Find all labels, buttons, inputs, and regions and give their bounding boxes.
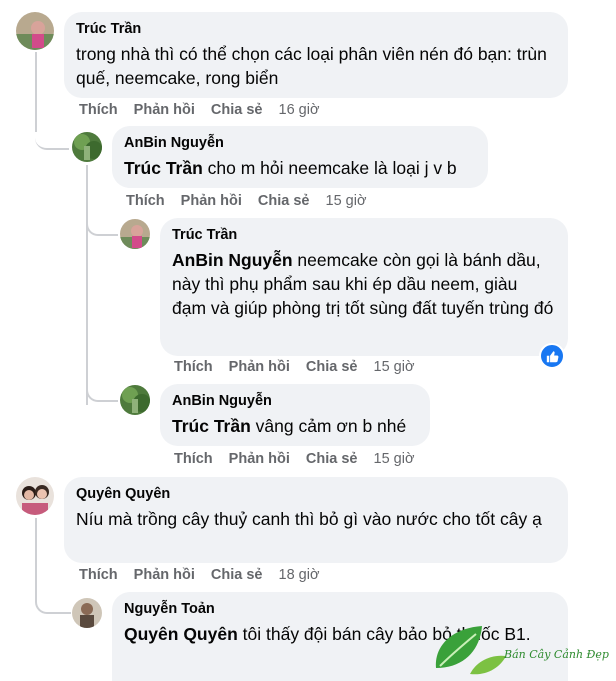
comment-author[interactable]: AnBin Nguyễn — [172, 392, 418, 411]
watermark-logo: Bán Cây Cảnh Đẹp — [430, 618, 616, 681]
avatar[interactable] — [16, 477, 54, 515]
share-button[interactable]: Chia sẻ — [211, 567, 263, 583]
comment-text: Níu mà trồng cây thuỷ canh thì bỏ gì vào… — [76, 507, 556, 531]
mention-link[interactable]: Trúc Trần — [172, 416, 251, 436]
timestamp[interactable]: 18 giờ — [279, 567, 320, 583]
avatar[interactable] — [72, 598, 102, 628]
timestamp[interactable]: 16 giờ — [279, 102, 320, 118]
comment-text: Trúc Trần cho m hỏi neemcake là loại j v… — [124, 156, 476, 180]
avatar[interactable] — [120, 385, 150, 415]
comment-body: vâng cảm ơn b nhé — [250, 416, 407, 436]
thread-curve — [86, 378, 118, 402]
thread-curve — [86, 212, 118, 236]
timestamp[interactable]: 15 giờ — [374, 451, 415, 467]
reply-button[interactable]: Phản hồi — [181, 193, 242, 209]
comment-actions: Thích Phản hồi Chia sẻ 15 giờ — [174, 450, 414, 468]
mention-link[interactable]: Trúc Trần — [124, 158, 203, 178]
comment-text: trong nhà thì có thể chọn các loại phân … — [76, 42, 556, 90]
like-icon — [546, 350, 558, 362]
leaf-logo — [435, 626, 506, 675]
timestamp[interactable]: 15 giờ — [326, 193, 367, 209]
comment-body: cho m hỏi neemcake là loại j v b — [202, 158, 457, 178]
comment-actions: Thích Phản hồi Chia sẻ 16 giờ — [79, 101, 319, 119]
like-button[interactable]: Thích — [174, 359, 213, 375]
reply-button[interactable]: Phản hồi — [134, 102, 195, 118]
share-button[interactable]: Chia sẻ — [306, 359, 358, 375]
share-button[interactable]: Chia sẻ — [306, 451, 358, 467]
comment-text: Trúc Trần vâng cảm ơn b nhé — [172, 414, 418, 438]
comment-actions: Thích Phản hồi Chia sẻ 15 giờ — [174, 358, 414, 376]
comment-author[interactable]: AnBin Nguyễn — [124, 134, 476, 153]
mention-link[interactable]: AnBin Nguyễn — [172, 250, 293, 270]
comment-bubble: AnBin Nguyễn Trúc Trần vâng cảm ơn b nhé — [160, 384, 430, 446]
thread-curve — [35, 586, 71, 614]
comment-author[interactable]: Trúc Trần — [172, 226, 556, 245]
thread-line — [86, 165, 88, 405]
like-button[interactable]: Thích — [79, 567, 118, 583]
comment-author[interactable]: Nguyễn Toản — [124, 600, 556, 619]
thread-curve — [35, 118, 69, 150]
comment-bubble: AnBin Nguyễn Trúc Trần cho m hỏi neemcak… — [112, 126, 488, 188]
comment-body: Níu mà trồng cây thuỷ canh thì bỏ gì vào… — [76, 509, 542, 529]
like-reaction[interactable] — [539, 343, 565, 369]
avatar[interactable] — [16, 12, 54, 50]
comment-actions: Thích Phản hồi Chia sẻ 15 giờ — [126, 192, 366, 210]
share-button[interactable]: Chia sẻ — [258, 193, 310, 209]
like-button[interactable]: Thích — [79, 102, 118, 118]
comment-actions: Thích Phản hồi Chia sẻ 18 giờ — [79, 566, 319, 584]
comment-bubble: Quyên Quyên Níu mà trồng cây thuỷ canh t… — [64, 477, 568, 563]
reply-button[interactable]: Phản hồi — [229, 359, 290, 375]
share-button[interactable]: Chia sẻ — [211, 102, 263, 118]
like-button[interactable]: Thích — [174, 451, 213, 467]
watermark-text: Bán Cây Cảnh Đẹp — [504, 648, 609, 661]
avatar[interactable] — [120, 219, 150, 249]
reply-button[interactable]: Phản hồi — [229, 451, 290, 467]
like-button[interactable]: Thích — [126, 193, 165, 209]
timestamp[interactable]: 15 giờ — [374, 359, 415, 375]
comment-author[interactable]: Trúc Trần — [76, 20, 556, 39]
comment-author[interactable]: Quyên Quyên — [76, 485, 556, 504]
comment-text: AnBin Nguyễn neemcake còn gọi là bánh dầ… — [172, 248, 556, 320]
comment-body: trong nhà thì có thể chọn các loại phân … — [76, 44, 547, 88]
reply-button[interactable]: Phản hồi — [134, 567, 195, 583]
comment-bubble: Trúc Trần AnBin Nguyễn neemcake còn gọi … — [160, 218, 568, 356]
mention-link[interactable]: Quyên Quyên — [124, 624, 238, 644]
comment-bubble: Trúc Trần trong nhà thì có thể chọn các … — [64, 12, 568, 98]
avatar[interactable] — [72, 132, 102, 162]
